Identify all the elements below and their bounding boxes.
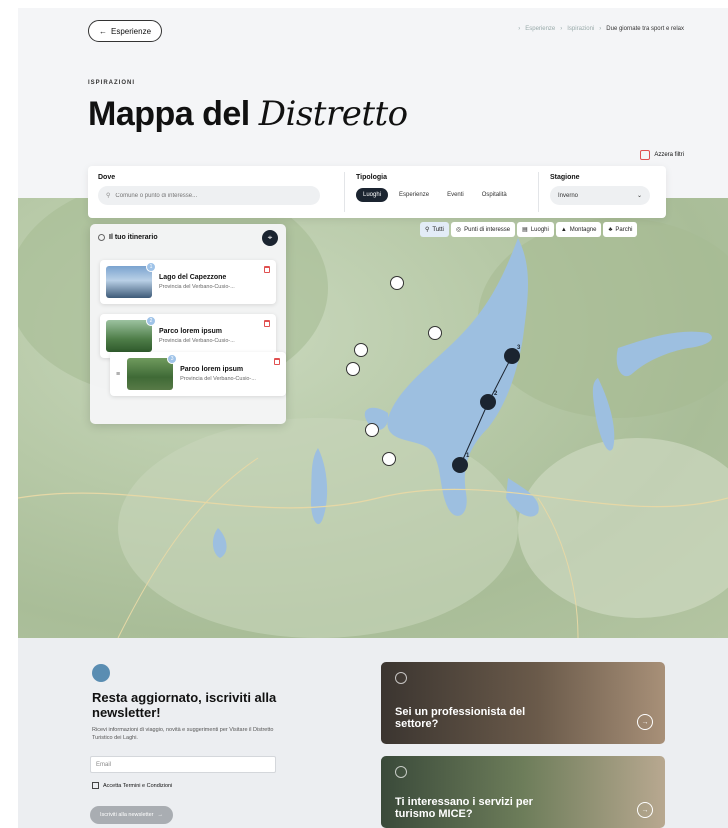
briefcase-icon — [395, 672, 407, 684]
itinerary-panel: Il tuo itinerario ⌖ 1 Lago del Capezzone… — [90, 224, 286, 424]
search-field[interactable]: ⚲ — [98, 186, 320, 205]
terms-checkbox[interactable]: Accetta Termini e Condizioni — [92, 782, 172, 789]
pin-icon: ◎ — [455, 227, 462, 233]
promo-title: Sei un professionista del settore? — [395, 706, 526, 730]
dove-label: Dove — [98, 174, 116, 181]
itinerary-marker-number: 2 — [494, 391, 498, 397]
mountain-icon: ▲ — [560, 226, 567, 233]
pill-eventi[interactable]: Eventi — [440, 188, 471, 202]
arrow-right-icon: → — [157, 812, 164, 818]
itinerary-thumb: 1 — [106, 262, 156, 298]
promo-card-mice[interactable]: Ti interessano i servizi per turismo MIC… — [381, 756, 665, 828]
page-title: Mappa del Distretto — [88, 94, 408, 134]
pill-esperienze[interactable]: Esperienze — [392, 188, 436, 202]
itinerary-location: Provincia del Verbano-Cusio-... — [159, 284, 235, 290]
itinerary-marker-number: 1 — [466, 453, 470, 459]
arrow-left-icon: ← — [99, 26, 107, 36]
poi-marker-icon[interactable] — [390, 276, 404, 290]
poi-marker-icon[interactable] — [382, 452, 396, 466]
chip-luoghi[interactable]: ▤ Luoghi — [517, 222, 554, 237]
itinerary-title: Il tuo itinerario — [109, 234, 158, 241]
reset-filters-button[interactable]: Azzera filtri — [640, 150, 684, 160]
breadcrumb-item[interactable]: Esperienze — [525, 26, 555, 32]
poi-marker-icon[interactable] — [428, 326, 442, 340]
page-title-bold: Mappa del — [88, 95, 250, 133]
itinerary-number: 2 — [146, 316, 156, 326]
checkbox-icon[interactable] — [92, 782, 99, 789]
email-field[interactable]: Email — [90, 756, 276, 773]
itinerary-number: 3 — [167, 354, 178, 364]
reset-icon — [640, 150, 651, 160]
chip-punti-interesse[interactable]: ◎ Punti di interesse — [450, 222, 516, 237]
itinerary-location: Provincia del Verbano-Cusio-... — [180, 376, 256, 382]
newsletter-logo-icon — [92, 664, 110, 682]
newsletter-title: Resta aggiornato, iscriviti alla newslet… — [92, 690, 277, 720]
chip-parchi[interactable]: ♣ Parchi — [603, 222, 638, 237]
breadcrumb-item[interactable]: Ispirazioni — [567, 26, 594, 32]
filter-bar: Dove ⚲ Tipologia Luoghi Esperienze Event… — [88, 166, 666, 218]
chip-montagne[interactable]: ▲ Montagne — [555, 222, 602, 237]
promo-card-professional[interactable]: Sei un professionista del settore? → — [381, 662, 665, 744]
map-category-chips: ⚲ Tutti ◎ Punti di interesse ▤ Luoghi ▲ … — [420, 222, 638, 237]
trash-icon[interactable] — [264, 266, 270, 273]
newsletter-text: Ricevi informazioni di viaggio, novità e… — [92, 727, 274, 741]
itinerary-thumb: 3 — [127, 354, 178, 390]
chevron-down-icon: ⌄ — [636, 193, 642, 199]
stagione-label: Stagione — [550, 174, 580, 181]
itinerary-header: Il tuo itinerario — [98, 234, 158, 241]
itinerary-card[interactable]: 1 Lago del Capezzone Provincia del Verba… — [100, 260, 276, 304]
itinerary-card-dragging[interactable]: ≡ 3 Parco lorem ipsum Provincia del Verb… — [110, 352, 286, 396]
search-icon: ⚲ — [106, 193, 111, 199]
divider — [538, 172, 539, 212]
promo-title: Ti interessano i servizi per turismo MIC… — [395, 796, 533, 820]
back-button-label: Esperienze — [111, 26, 152, 36]
breadcrumb-current: Due giornate tra sport e relax — [606, 26, 684, 32]
poi-marker-icon[interactable] — [365, 423, 379, 437]
itinerary-marker[interactable] — [452, 457, 468, 473]
newsletter-submit-label: Iscriviti alla newsletter — [100, 812, 154, 818]
trash-icon[interactable] — [264, 320, 270, 327]
page-title-serif: Distretto — [258, 94, 408, 134]
user-icon — [98, 234, 105, 241]
back-button[interactable]: ← Esperienze — [88, 20, 163, 42]
itinerary-marker-number: 3 — [517, 345, 521, 351]
itinerary-number: 1 — [146, 262, 156, 272]
poi-marker-icon[interactable] — [354, 343, 368, 357]
search-input[interactable] — [115, 192, 306, 199]
newsletter-submit-button[interactable]: Iscriviti alla newsletter → — [90, 806, 173, 824]
poi-marker-icon[interactable] — [346, 362, 360, 376]
stagione-select[interactable]: Inverno ⌄ — [550, 186, 650, 205]
itinerary-location: Provincia del Verbano-Cusio-... — [159, 338, 235, 344]
itinerary-name: Lago del Capezzone — [159, 274, 227, 281]
tipologia-pills: Luoghi Esperienze Eventi Ospitalità — [356, 188, 514, 202]
page-eyebrow: ISPIRAZIONI — [88, 80, 136, 86]
chip-tutti[interactable]: ⚲ Tutti — [420, 222, 449, 237]
drag-handle-icon[interactable]: ≡ — [116, 371, 120, 378]
reset-filters-label: Azzera filtri — [654, 152, 684, 158]
itinerary-thumb: 2 — [106, 316, 156, 352]
email-placeholder: Email — [96, 761, 112, 768]
trash-icon[interactable] — [274, 358, 280, 365]
page: ← Esperienze › Esperienze › Ispirazioni … — [18, 8, 728, 828]
terms-label: Accetta Termini e Condizioni — [103, 782, 173, 789]
landscape-icon: ▤ — [522, 227, 528, 233]
arrow-right-icon[interactable]: → — [637, 714, 653, 730]
arrow-right-icon[interactable]: → — [637, 802, 653, 818]
route-icon: ⌖ — [267, 233, 273, 242]
itinerary-name: Parco lorem ipsum — [180, 366, 244, 373]
tree-icon: ♣ — [608, 226, 613, 233]
itinerary-name: Parco lorem ipsum — [159, 328, 223, 335]
pill-luoghi[interactable]: Luoghi — [356, 188, 389, 202]
bottom-section: Resta aggiornato, iscriviti alla newslet… — [18, 638, 728, 828]
divider — [344, 172, 345, 212]
pill-ospitalita[interactable]: Ospitalità — [475, 188, 514, 202]
breadcrumb: › Esperienze › Ispirazioni › Due giornat… — [518, 26, 684, 32]
group-icon — [395, 766, 407, 778]
pin-icon: ⚲ — [425, 227, 430, 233]
tipologia-label: Tipologia — [356, 174, 387, 181]
route-button[interactable]: ⌖ — [262, 230, 278, 246]
stagione-value: Inverno — [558, 192, 579, 199]
